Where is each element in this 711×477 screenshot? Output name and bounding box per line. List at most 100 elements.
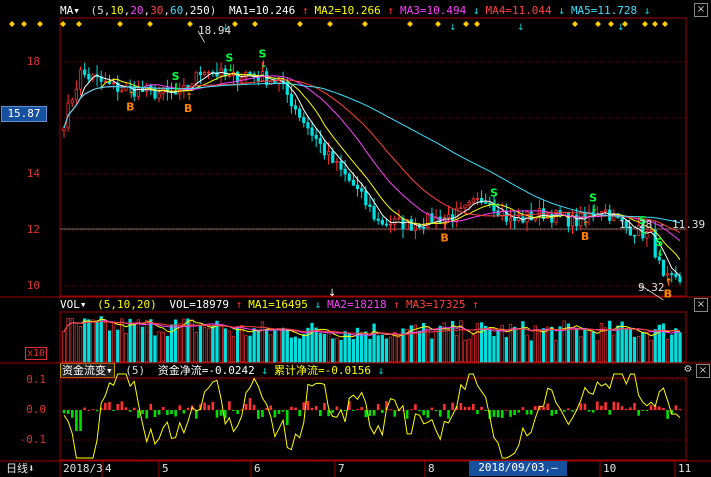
event-diamond-icon[interactable] — [60, 21, 66, 27]
volume-bar — [339, 339, 343, 363]
event-diamond-icon[interactable] — [327, 21, 333, 27]
event-diamond-icon[interactable] — [642, 21, 648, 27]
event-diamond-icon[interactable] — [463, 21, 469, 27]
volume-bar — [285, 329, 289, 363]
event-diamond-icon[interactable] — [232, 21, 238, 27]
range-price-label: 11.28 - 11.39 — [619, 218, 706, 231]
candle-body — [207, 71, 211, 74]
event-diamond-icon[interactable] — [252, 21, 258, 27]
event-diamond-icon[interactable] — [652, 21, 658, 27]
candle-body — [83, 69, 87, 75]
volume-bar — [124, 332, 128, 363]
event-diamond-icon[interactable] — [407, 21, 413, 27]
volume-bar — [223, 328, 227, 363]
flow-bar — [459, 402, 463, 410]
event-diamond-icon[interactable] — [595, 21, 601, 27]
event-diamond-icon[interactable] — [362, 21, 368, 27]
flow-bar — [281, 410, 285, 412]
volume-unit-label: x10 — [25, 347, 48, 360]
flow-axis-tick: -0.1 — [19, 433, 47, 446]
candlestick-series — [62, 61, 682, 285]
volume-bar — [608, 320, 612, 363]
candle-body — [484, 201, 488, 204]
volume-bar — [616, 325, 620, 363]
candle-body — [451, 214, 455, 221]
flow-bar — [550, 410, 554, 416]
flow-bar — [443, 404, 446, 410]
flow-bar — [62, 410, 66, 414]
candle-body — [87, 74, 91, 80]
event-diamond-icon[interactable] — [297, 21, 303, 27]
flow-bar — [70, 410, 74, 418]
flow-bar — [612, 401, 616, 410]
event-diamond-icon[interactable] — [9, 21, 15, 27]
flow-bar — [525, 410, 529, 415]
volume-bar — [467, 338, 471, 363]
volume-bar — [153, 335, 157, 363]
flow-series — [62, 398, 682, 431]
volume-bar — [289, 337, 294, 363]
flow-bar — [83, 407, 86, 410]
flow-bar — [79, 410, 82, 431]
volume-bar — [273, 328, 277, 363]
flow-bar — [542, 406, 545, 410]
flow-bar — [319, 410, 322, 417]
event-diamond-icon[interactable] — [147, 21, 153, 27]
flow-bar — [112, 410, 115, 411]
candle-body — [273, 80, 277, 84]
event-diamond-icon[interactable] — [662, 21, 668, 27]
flow-bar — [364, 410, 368, 418]
flow-bar — [207, 405, 210, 410]
flow-bar — [422, 410, 425, 416]
date-axis-tick: 10 — [603, 462, 617, 475]
volume-bar — [145, 319, 149, 363]
event-diamond-icon[interactable] — [21, 21, 27, 27]
event-diamond-icon[interactable] — [572, 21, 578, 27]
volume-bar — [161, 332, 165, 363]
flow-bar — [153, 410, 157, 417]
stock-chart-canvas[interactable]: ↑B↑B↑B↑B↑B↑BS↓S↓S↓S↓ S↓S↓S↓↓ ↓ ↓ ↓↓ — [0, 0, 711, 477]
event-diamond-icon[interactable] — [117, 21, 123, 27]
candle-body — [422, 226, 426, 229]
high-price-label: 18.94 — [198, 24, 232, 37]
flow-bar — [641, 410, 645, 411]
volume-bar — [202, 326, 207, 363]
flow-bar — [405, 410, 409, 419]
date-axis-tick: 7 — [338, 462, 345, 475]
event-diamond-icon[interactable] — [187, 21, 193, 27]
buy-signal-label: B — [440, 232, 448, 245]
event-diamond-icon[interactable] — [37, 21, 43, 27]
candle-body — [364, 190, 368, 206]
flow-bar — [637, 410, 640, 416]
candle-body — [471, 198, 475, 203]
flow-bar — [335, 406, 339, 410]
event-diamond-icon[interactable] — [435, 21, 441, 27]
candle-body — [298, 108, 302, 118]
candle-body — [343, 168, 347, 175]
volume-bar — [322, 333, 327, 363]
flow-bar — [232, 410, 235, 411]
event-diamond-icon[interactable] — [76, 21, 82, 27]
candle-body — [70, 99, 74, 104]
period-dropdown[interactable]: 日线⬇ — [6, 462, 35, 476]
volume-bar — [70, 318, 74, 363]
flow-bar — [438, 410, 442, 417]
event-diamond-icon[interactable] — [608, 21, 614, 27]
volume-bar — [413, 324, 418, 363]
volume-bar — [595, 340, 599, 363]
event-diamond-icon[interactable] — [474, 21, 480, 27]
volume-bar — [496, 329, 500, 363]
candle-body — [78, 69, 83, 90]
volume-bar — [645, 331, 649, 363]
candle-body — [670, 273, 674, 275]
volume-bar — [537, 330, 542, 363]
flow-bar — [513, 410, 516, 416]
volume-bar — [360, 332, 364, 363]
flow-bar — [546, 403, 550, 410]
volume-bar — [231, 335, 236, 363]
buy-signal-label: B — [664, 288, 672, 301]
flow-bar — [591, 410, 595, 413]
flow-bar — [496, 410, 500, 418]
flow-bar — [108, 401, 111, 410]
candle-body — [74, 88, 79, 101]
